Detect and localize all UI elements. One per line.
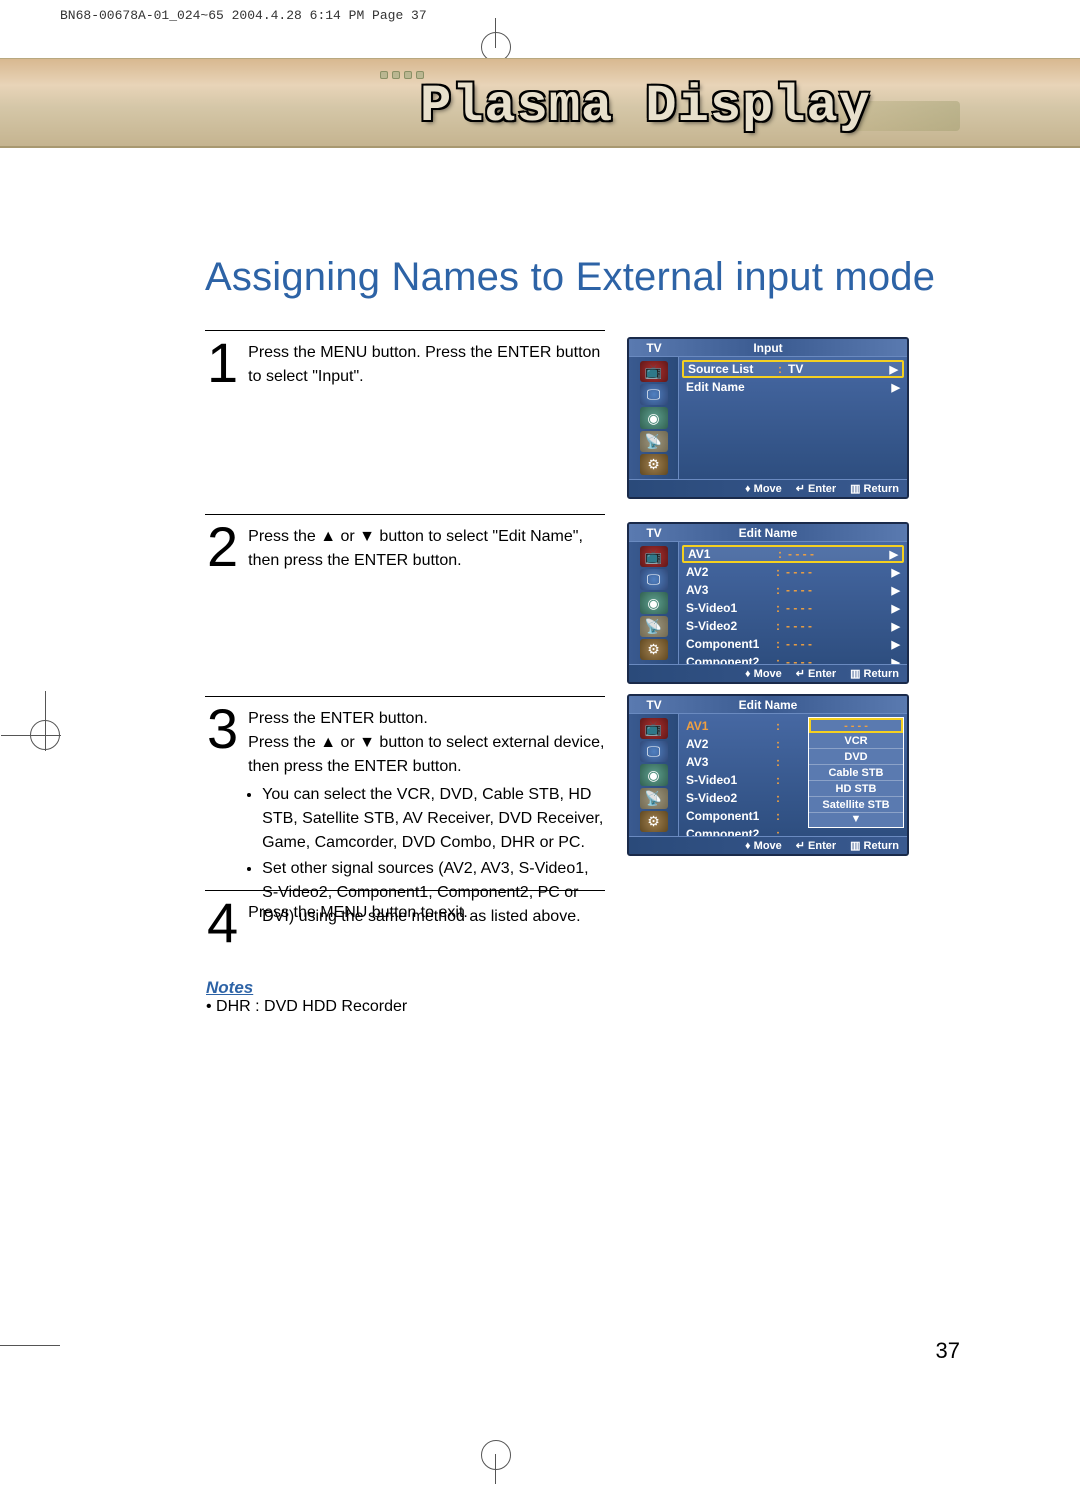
crop-mark-bottom-icon [495, 1454, 496, 1484]
menu-row[interactable]: AV1:- - - -▶ [682, 545, 904, 563]
osd-menu-title: Edit Name [679, 698, 907, 712]
banner-title: Plasma Display [420, 77, 871, 136]
picture-icon: 🖵 [640, 384, 668, 405]
input-icon: 📺 [640, 546, 668, 567]
step-number: 2 [205, 523, 248, 573]
channel-icon: 📡 [640, 616, 668, 637]
osd-footer: ♦ Move ↵ Enter ▥ Return [629, 479, 907, 497]
input-icon: 📺 [640, 361, 668, 382]
step-text: Press the MENU button. Press the ENTER b… [248, 339, 605, 389]
popup-more-arrow-icon: ▼ [809, 813, 903, 827]
crop-line-bottom-left [0, 1345, 60, 1346]
input-icon: 📺 [640, 718, 668, 739]
menu-row[interactable]: AV3:- - - -▶ [682, 581, 904, 599]
sound-icon: ◉ [640, 407, 668, 428]
page-title: Assigning Names to External input mode [205, 255, 935, 300]
setup-icon: ⚙ [640, 811, 668, 832]
row-arrow-icon: ▶ [886, 363, 898, 376]
row-label: Source List [688, 362, 778, 376]
channel-icon: 📡 [640, 788, 668, 809]
crop-header-text: BN68-00678A-01_024~65 2004.4.28 6:14 PM … [60, 8, 427, 23]
osd-header: TV Edit Name [629, 524, 907, 542]
osd-sidebar: 📺 🖵 ◉ 📡 ⚙ [629, 714, 679, 836]
banner-decor-dots [380, 71, 424, 79]
osd-screenshot-edit-name: TV Edit Name 📺 🖵 ◉ 📡 ⚙ AV1:- - - -▶AV2:-… [627, 522, 909, 684]
popup-option[interactable]: HD STB [809, 781, 903, 797]
osd-tv-label: TV [629, 341, 679, 355]
osd-menu-title: Edit Name [679, 526, 907, 540]
osd-header: TV Input [629, 339, 907, 357]
step-text: Press the MENU button to exit. [248, 899, 468, 947]
osd-menu-main: AV1:- - - -▶AV2:- - - -▶AV3:- - - -▶S-Vi… [679, 542, 907, 664]
menu-row[interactable]: Component1:- - - -▶ [682, 635, 904, 653]
row-label: Edit Name [686, 380, 776, 394]
notes-label: Notes [206, 978, 407, 998]
osd-screenshot-input: TV Input 📺 🖵 ◉ 📡 ⚙ Source List : TV ▶ Ed… [627, 337, 909, 499]
menu-row-source-list[interactable]: Source List : TV ▶ [682, 360, 904, 378]
footer-move: ♦ Move [745, 840, 782, 852]
step-number: 4 [205, 899, 248, 947]
popup-option[interactable]: Cable STB [809, 765, 903, 781]
row-value: TV [788, 362, 886, 376]
footer-enter: ↵ Enter [796, 482, 836, 495]
popup-option[interactable]: - - - - [809, 718, 903, 733]
popup-option[interactable]: Satellite STB [809, 797, 903, 813]
footer-return: ▥ Return [850, 839, 899, 852]
osd-footer: ♦ Move ↵ Enter ▥ Return [629, 836, 907, 854]
step-2: 2 Press the ▲ or ▼ button to select "Edi… [205, 514, 605, 573]
osd-screenshot-edit-name-popup: TV Edit Name 📺 🖵 ◉ 📡 ⚙ AV1:AV2:AV3:S-Vid… [627, 694, 909, 856]
osd-footer: ♦ Move ↵ Enter ▥ Return [629, 664, 907, 682]
sound-icon: ◉ [640, 592, 668, 613]
notes-text: • DHR : DVD HDD Recorder [206, 998, 407, 1016]
footer-return: ▥ Return [850, 482, 899, 495]
footer-return: ▥ Return [850, 667, 899, 680]
menu-row-edit-name[interactable]: Edit Name ▶ [682, 378, 904, 396]
crop-mark-left-icon [30, 720, 60, 750]
step-1: 1 Press the MENU button. Press the ENTER… [205, 330, 605, 389]
footer-enter: ↵ Enter [796, 667, 836, 680]
osd-tv-label: TV [629, 526, 679, 540]
page-number: 37 [936, 1338, 960, 1364]
step-text-line: Press the ENTER button. Press the ▲ or ▼… [248, 710, 604, 775]
menu-row[interactable]: AV2:- - - -▶ [682, 563, 904, 581]
channel-icon: 📡 [640, 431, 668, 452]
menu-row[interactable]: S-Video1:- - - -▶ [682, 599, 904, 617]
popup-option[interactable]: DVD [809, 749, 903, 765]
setup-icon: ⚙ [640, 639, 668, 660]
osd-menu-main: Source List : TV ▶ Edit Name ▶ [679, 357, 907, 479]
footer-enter: ↵ Enter [796, 839, 836, 852]
crop-mark-top-icon [495, 18, 496, 48]
osd-tv-label: TV [629, 698, 679, 712]
page-banner: Plasma Display [0, 58, 1080, 148]
menu-row[interactable]: S-Video2:- - - -▶ [682, 617, 904, 635]
picture-icon: 🖵 [640, 569, 668, 590]
footer-move: ♦ Move [745, 668, 782, 680]
footer-move: ♦ Move [745, 483, 782, 495]
osd-sidebar: 📺 🖵 ◉ 📡 ⚙ [629, 542, 679, 664]
osd-header: TV Edit Name [629, 696, 907, 714]
row-arrow-icon: ▶ [888, 381, 900, 394]
osd-menu-title: Input [679, 341, 907, 355]
device-select-popup[interactable]: - - - -VCRDVDCable STBHD STBSatellite ST… [808, 717, 904, 828]
step-number: 1 [205, 339, 248, 389]
sound-icon: ◉ [640, 764, 668, 785]
bullet-item: You can select the VCR, DVD, Cable STB, … [262, 783, 605, 855]
step-text: Press the ▲ or ▼ button to select "Edit … [248, 523, 605, 573]
osd-sidebar: 📺 🖵 ◉ 📡 ⚙ [629, 357, 679, 479]
notes-section: Notes • DHR : DVD HDD Recorder [206, 978, 407, 1016]
setup-icon: ⚙ [640, 454, 668, 475]
row-colon: : [778, 362, 788, 376]
picture-icon: 🖵 [640, 741, 668, 762]
popup-option[interactable]: VCR [809, 733, 903, 749]
step-4: 4 Press the MENU button to exit. [205, 890, 605, 947]
